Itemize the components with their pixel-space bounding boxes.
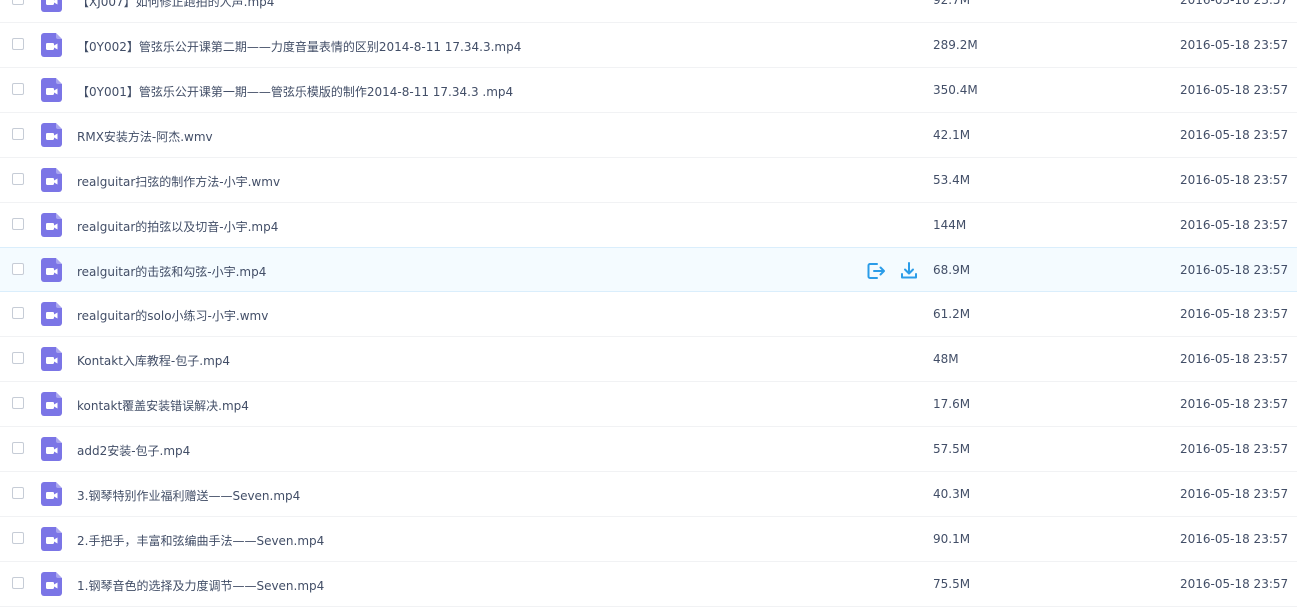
row-checkbox[interactable] (12, 397, 24, 409)
row-checkbox[interactable] (12, 532, 24, 544)
file-row[interactable]: 【0Y001】管弦乐公开课第一期——管弦乐模版的制作2014-8-11 17.3… (0, 68, 1297, 113)
file-date: 2016-05-18 23:57 (1180, 0, 1289, 7)
file-name[interactable]: 2.手把手，丰富和弦编曲手法——Seven.mp4 (77, 532, 324, 549)
video-file-icon (41, 527, 62, 551)
video-file-icon (41, 572, 62, 596)
row-checkbox[interactable] (12, 128, 24, 140)
file-size: 17.6M (933, 397, 971, 411)
file-name[interactable]: realguitar的solo小练习-小宇.wmv (77, 307, 268, 324)
video-file-icon (41, 302, 62, 326)
file-name[interactable]: 【0Y001】管弦乐公开课第一期——管弦乐模版的制作2014-8-11 17.3… (77, 83, 513, 100)
file-row[interactable]: realguitar的solo小练习-小宇.wmv 61.2M 2016-05-… (0, 292, 1297, 337)
file-row[interactable]: 1.钢琴音色的选择及力度调节——Seven.mp4 75.5M 2016-05-… (0, 562, 1297, 607)
file-date: 2016-05-18 23:57 (1180, 442, 1289, 456)
video-file-icon (41, 347, 62, 371)
file-row[interactable]: kontakt覆盖安装错误解决.mp4 17.6M 2016-05-18 23:… (0, 382, 1297, 427)
file-name[interactable]: realguitar的拍弦以及切音-小宇.mp4 (77, 218, 278, 235)
row-checkbox[interactable] (12, 83, 24, 95)
file-row[interactable]: 【0Y002】管弦乐公开课第二期——力度音量表情的区别2014-8-11 17.… (0, 23, 1297, 68)
file-row[interactable]: realguitar扫弦的制作方法-小宇.wmv 53.4M 2016-05-1… (0, 158, 1297, 203)
video-file-icon (41, 258, 62, 282)
file-row[interactable]: 2.手把手，丰富和弦编曲手法——Seven.mp4 90.1M 2016-05-… (0, 517, 1297, 562)
file-date: 2016-05-18 23:57 (1180, 577, 1289, 591)
video-file-icon (41, 0, 62, 12)
file-date: 2016-05-18 23:57 (1180, 173, 1289, 187)
file-name[interactable]: 【XJ007】如何修正跑拍的人声.mp4 (77, 0, 274, 10)
row-checkbox[interactable] (12, 352, 24, 364)
video-file-icon (41, 78, 62, 102)
file-row[interactable]: 【XJ007】如何修正跑拍的人声.mp4 92.7M 2016-05-18 23… (0, 0, 1297, 23)
file-name[interactable]: 【0Y002】管弦乐公开课第二期——力度音量表情的区别2014-8-11 17.… (77, 38, 521, 55)
file-date: 2016-05-18 23:57 (1180, 532, 1289, 546)
video-file-icon (41, 33, 62, 57)
file-row[interactable]: 3.钢琴特别作业福利赠送——Seven.mp4 40.3M 2016-05-18… (0, 472, 1297, 517)
file-date: 2016-05-18 23:57 (1180, 83, 1289, 97)
video-file-icon (41, 168, 62, 192)
file-size: 40.3M (933, 487, 971, 501)
file-name[interactable]: 1.钢琴音色的选择及力度调节——Seven.mp4 (77, 577, 324, 594)
row-checkbox[interactable] (12, 487, 24, 499)
file-size: 61.2M (933, 307, 971, 321)
download-icon[interactable] (899, 261, 919, 281)
file-date: 2016-05-18 23:57 (1180, 128, 1289, 142)
share-out-icon[interactable] (866, 261, 886, 281)
file-name[interactable]: 3.钢琴特别作业福利赠送——Seven.mp4 (77, 487, 300, 504)
file-size: 48M (933, 352, 959, 366)
file-size: 68.9M (933, 263, 971, 277)
row-checkbox[interactable] (12, 38, 24, 50)
file-name[interactable]: add2安装-包子.mp4 (77, 442, 190, 459)
row-checkbox[interactable] (12, 263, 24, 275)
file-date: 2016-05-18 23:57 (1180, 487, 1289, 501)
row-checkbox[interactable] (12, 0, 24, 5)
file-row[interactable]: realguitar的击弦和勾弦-小宇.mp4 68.9M 2016-05-18… (0, 247, 1297, 292)
file-size: 90.1M (933, 532, 971, 546)
file-date: 2016-05-18 23:57 (1180, 263, 1289, 277)
video-file-icon (41, 123, 62, 147)
file-date: 2016-05-18 23:57 (1180, 397, 1289, 411)
row-checkbox[interactable] (12, 218, 24, 230)
file-row[interactable]: realguitar的拍弦以及切音-小宇.mp4 144M 2016-05-18… (0, 203, 1297, 248)
row-checkbox[interactable] (12, 577, 24, 589)
file-size: 75.5M (933, 577, 971, 591)
file-date: 2016-05-18 23:57 (1180, 352, 1289, 366)
file-date: 2016-05-18 23:57 (1180, 38, 1289, 52)
file-list: 【XJ007】如何修正跑拍的人声.mp4 92.7M 2016-05-18 23… (0, 0, 1297, 607)
file-size: 42.1M (933, 128, 971, 142)
file-date: 2016-05-18 23:57 (1180, 307, 1289, 321)
file-name[interactable]: kontakt覆盖安装错误解决.mp4 (77, 397, 249, 414)
row-checkbox[interactable] (12, 173, 24, 185)
file-size: 92.7M (933, 0, 971, 7)
file-date: 2016-05-18 23:57 (1180, 218, 1289, 232)
video-file-icon (41, 392, 62, 416)
file-row[interactable]: Kontakt入库教程-包子.mp4 48M 2016-05-18 23:57 (0, 337, 1297, 382)
row-checkbox[interactable] (12, 307, 24, 319)
file-name[interactable]: Kontakt入库教程-包子.mp4 (77, 352, 230, 369)
file-name[interactable]: realguitar扫弦的制作方法-小宇.wmv (77, 173, 280, 190)
row-checkbox[interactable] (12, 442, 24, 454)
video-file-icon (41, 213, 62, 237)
video-file-icon (41, 437, 62, 461)
file-size: 53.4M (933, 173, 971, 187)
file-name[interactable]: RMX安装方法-阿杰.wmv (77, 128, 213, 145)
file-size: 144M (933, 218, 967, 232)
file-size: 350.4M (933, 83, 978, 97)
video-file-icon (41, 482, 62, 506)
file-size: 57.5M (933, 442, 971, 456)
file-row[interactable]: RMX安装方法-阿杰.wmv 42.1M 2016-05-18 23:57 (0, 113, 1297, 158)
file-name[interactable]: realguitar的击弦和勾弦-小宇.mp4 (77, 263, 266, 280)
file-size: 289.2M (933, 38, 978, 52)
file-row[interactable]: add2安装-包子.mp4 57.5M 2016-05-18 23:57 (0, 427, 1297, 472)
